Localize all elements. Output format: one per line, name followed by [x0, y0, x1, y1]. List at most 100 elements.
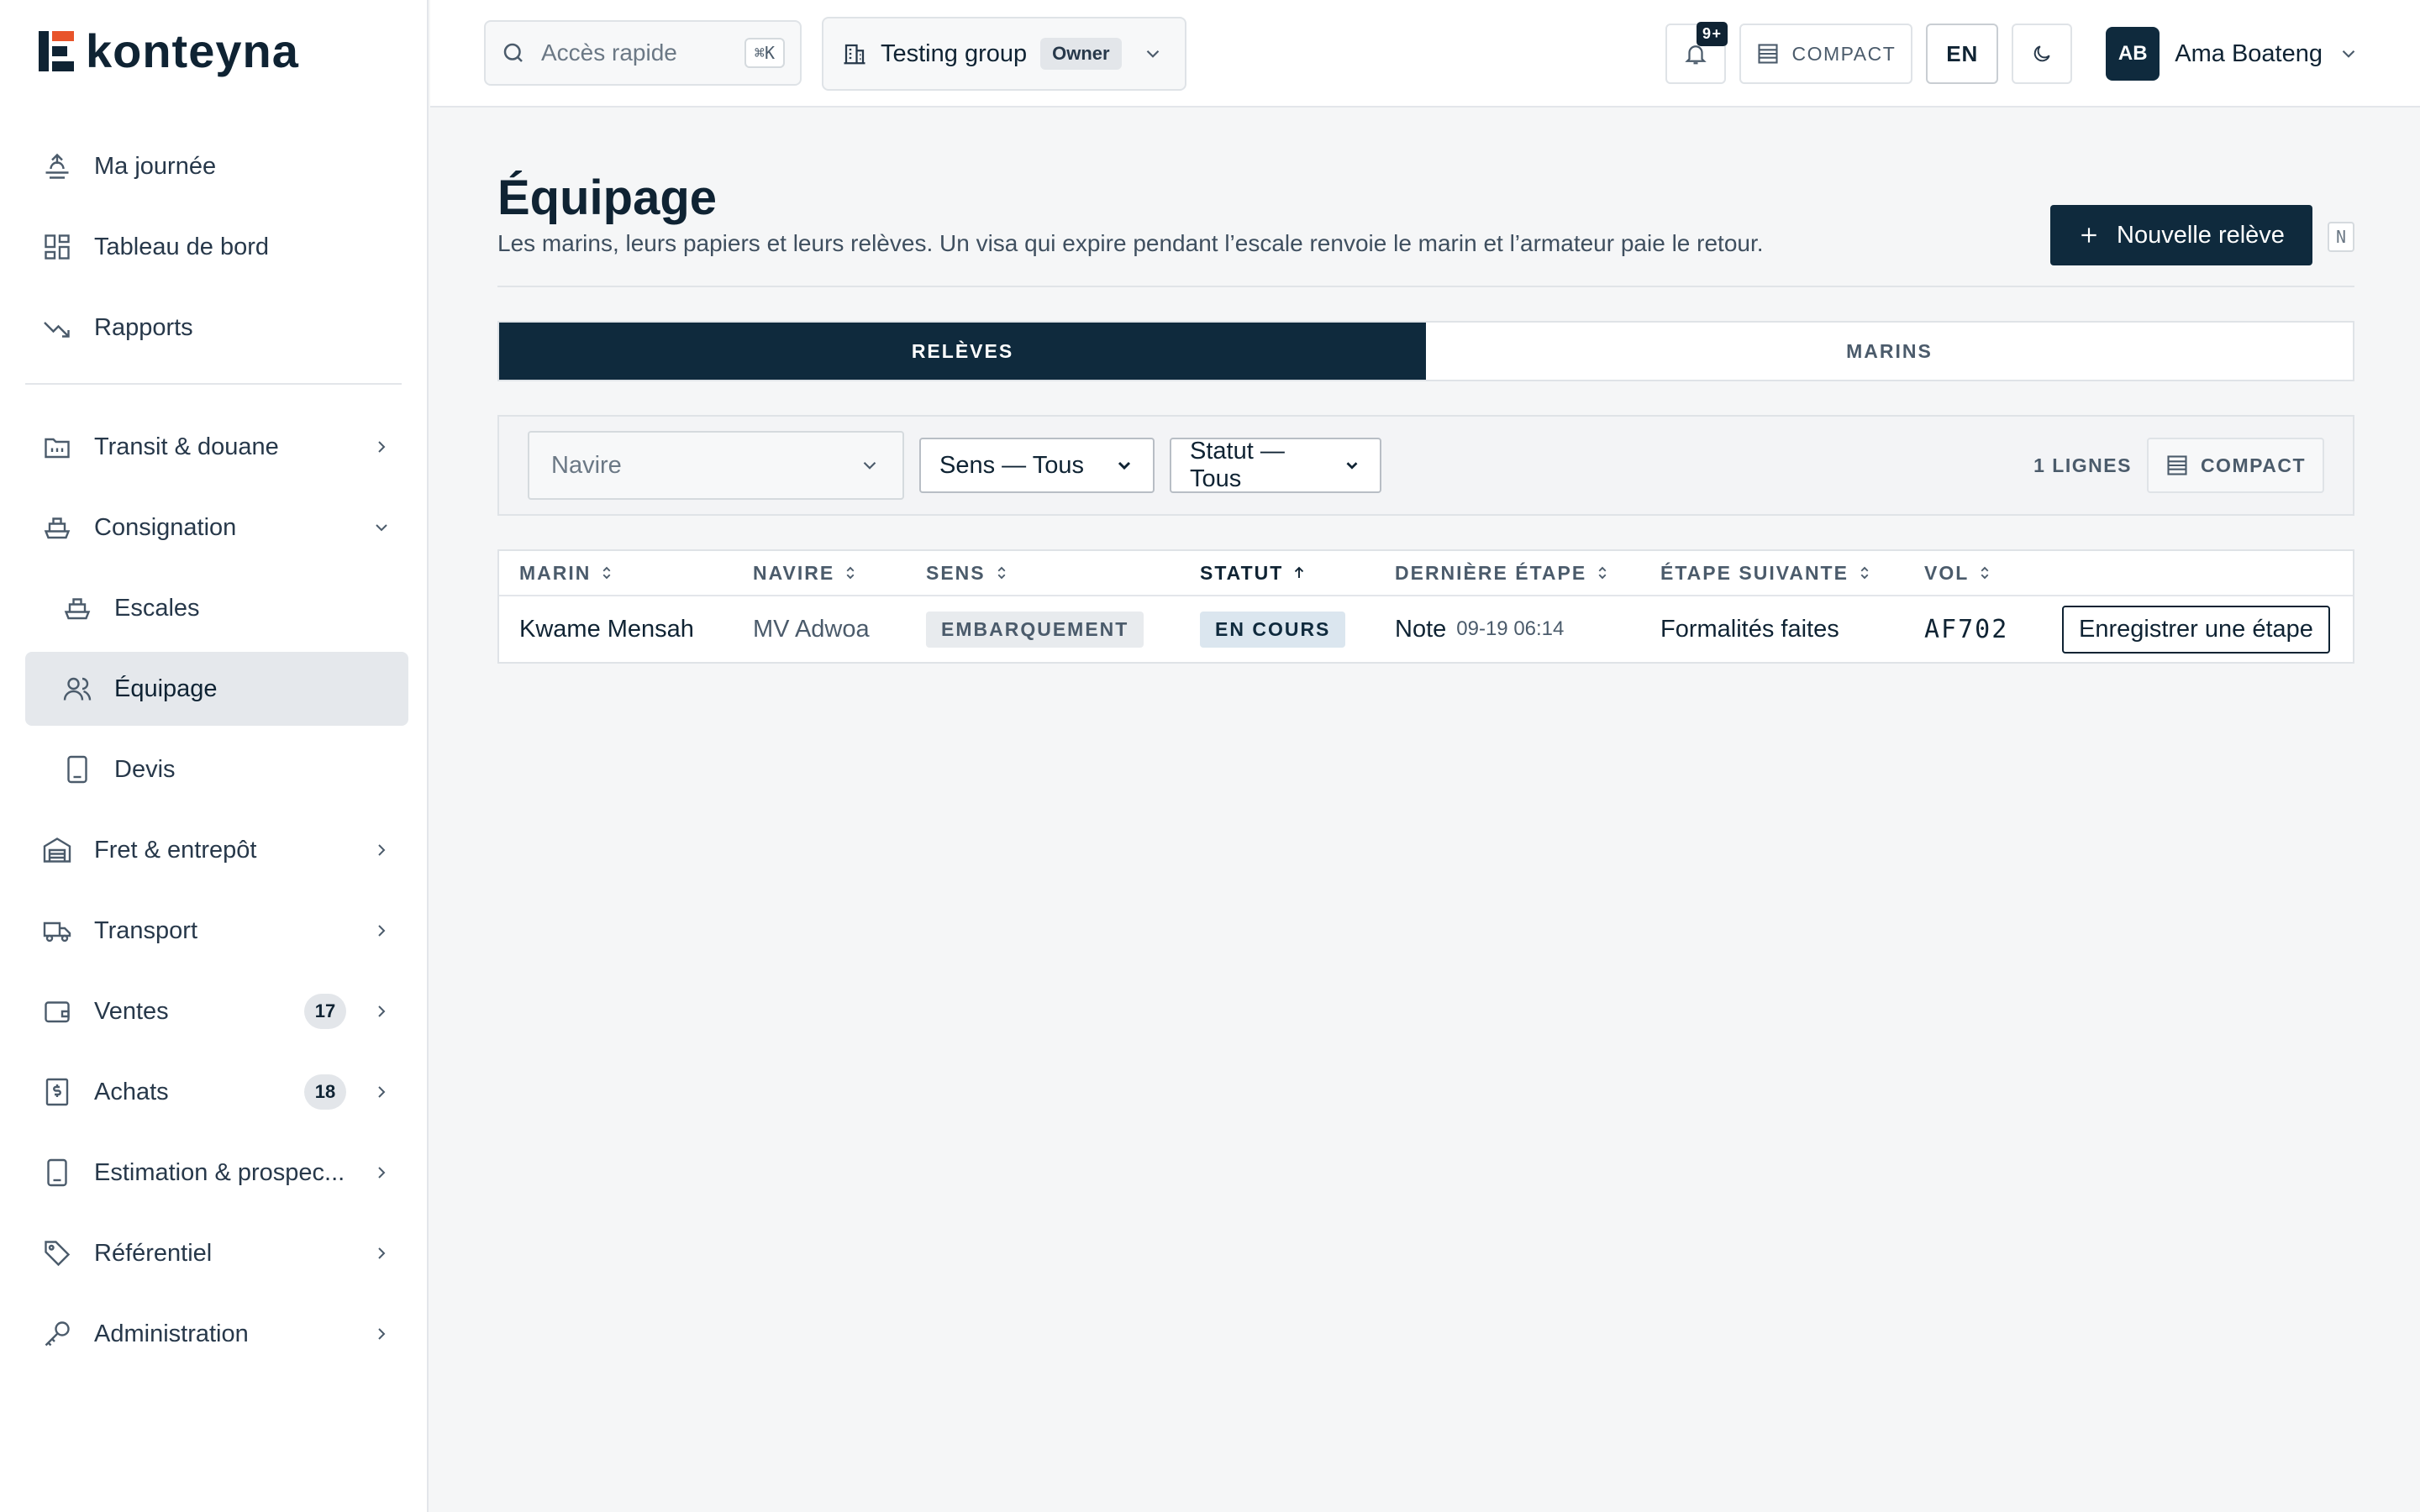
- sidebar-item-label: Escales: [114, 594, 200, 622]
- column-header-derniere-etape[interactable]: DERNIÈRE ÉTAPE: [1395, 562, 1610, 585]
- brand-name: konteyna: [86, 24, 299, 77]
- sidebar-item-escales[interactable]: Escales: [25, 571, 408, 645]
- sidebar-item-consignation[interactable]: Consignation: [25, 491, 408, 564]
- sidebar-item-estimation[interactable]: Estimation & prospec...: [25, 1136, 408, 1210]
- cell-derniere-etape: Note 09-19 06:14: [1395, 596, 1564, 662]
- compact-label: COMPACT: [1791, 42, 1897, 65]
- chevron-right-icon: [378, 1328, 386, 1340]
- page-title: Équipage: [497, 171, 718, 225]
- logo-mark-icon: [39, 30, 74, 71]
- language-button[interactable]: EN: [1926, 24, 1999, 84]
- sidebar-item-label: Ma journée: [94, 152, 217, 180]
- cell-etape-suivante: Formalités faites: [1660, 615, 1839, 643]
- sidebar-item-label: Tableau de bord: [94, 233, 269, 260]
- sidebar-item-referentiel[interactable]: Référentiel: [25, 1216, 408, 1290]
- title-divider: [497, 286, 2354, 287]
- group-role-badge: Owner: [1040, 38, 1122, 70]
- cell-marin: Kwame Mensah: [519, 615, 694, 643]
- sort-icon: [602, 566, 611, 580]
- direction-select[interactable]: Sens — Tous: [919, 438, 1155, 493]
- sidebar-item-label: Référentiel: [94, 1239, 213, 1267]
- sidebar-item-devis[interactable]: Devis: [25, 732, 408, 806]
- quick-search[interactable]: Accès rapide ⌘K: [484, 20, 802, 86]
- sidebar-item-label: Devis: [114, 755, 176, 783]
- sidebar-item-label: Consignation: [94, 513, 237, 541]
- compact-toggle-button[interactable]: COMPACT: [1739, 24, 1913, 84]
- chevron-right-icon: [378, 441, 386, 453]
- table-header: MARIN NAVIRE SENS STATUT DERNIÈRE ÉTAPE …: [499, 551, 2353, 596]
- last-step-date: 09-19 06:14: [1456, 617, 1565, 640]
- column-header-label: NAVIRE: [753, 561, 835, 584]
- chevron-down-icon: [1118, 461, 1131, 470]
- sort-ascending-icon: [1295, 566, 1304, 578]
- notification-count-badge: 9+: [1696, 22, 1728, 46]
- table-row[interactable]: Kwame Mensah MV Adwoa EMBARQUEMENT EN CO…: [499, 596, 2353, 662]
- sidebar-item-transit-douane[interactable]: Transit & douane: [25, 410, 408, 484]
- calculator-icon: [47, 1158, 67, 1187]
- sidebar-item-tableau-de-bord[interactable]: Tableau de bord: [25, 210, 408, 284]
- cell-action: Enregistrer une étape: [2062, 596, 2330, 662]
- notifications-button[interactable]: 9+: [1665, 22, 1728, 84]
- cell-navire: MV Adwoa: [753, 615, 870, 643]
- record-step-button[interactable]: Enregistrer une étape: [2062, 605, 2330, 654]
- sidebar-item-fret-entrepot[interactable]: Fret & entrepôt: [25, 813, 408, 887]
- sidebar-item-label: Achats: [94, 1078, 169, 1105]
- logo[interactable]: konteyna: [37, 24, 299, 78]
- compact-label: COMPACT: [2200, 454, 2306, 476]
- sidebar-nav: Ma journée Tableau de bord Rapports Tran…: [25, 129, 408, 1378]
- column-header-label: ÉTAPE SUIVANTE: [1660, 561, 1849, 584]
- theme-toggle-button[interactable]: [2012, 24, 2073, 84]
- column-header-sens[interactable]: SENS: [926, 562, 1009, 585]
- sunrise-icon: [45, 153, 69, 179]
- chevron-down-icon: [2342, 50, 2355, 58]
- topbar: Accès rapide ⌘K Testing group Owner 9+ C…: [430, 0, 2420, 108]
- user-menu[interactable]: AB Ama Boateng: [2106, 27, 2360, 81]
- status-select-value: Statut — Tous: [1190, 438, 1285, 492]
- group-name: Testing group: [881, 39, 1028, 67]
- vessel-filter[interactable]: Navire: [528, 431, 904, 500]
- column-header-vol[interactable]: VOL: [1924, 562, 1992, 585]
- group-selector[interactable]: Testing group Owner: [822, 17, 1186, 91]
- list-density-icon: [2167, 455, 2187, 475]
- status-select[interactable]: Statut — Tous: [1170, 438, 1381, 493]
- dollar-receipt-icon: [45, 1078, 69, 1106]
- sidebar-item-administration[interactable]: Administration: [25, 1297, 408, 1371]
- sidebar-item-rapports[interactable]: Rapports: [25, 291, 408, 365]
- sidebar: konteyna Ma journée Tableau de bord Rapp…: [0, 0, 429, 1512]
- last-step-label: Note: [1395, 615, 1447, 643]
- warehouse-icon: [43, 837, 71, 863]
- plus-icon: [2081, 228, 2096, 243]
- vessel-filter-placeholder: Navire: [551, 451, 622, 479]
- sidebar-item-label: Fret & entrepôt: [94, 836, 257, 864]
- column-header-etape-suivante[interactable]: ÉTAPE SUIVANTE: [1660, 562, 1872, 585]
- sidebar-item-label: Transport: [94, 916, 198, 944]
- count-badge: 17: [304, 994, 346, 1029]
- tab-releves[interactable]: RELÈVES: [499, 323, 1426, 380]
- table-compact-button[interactable]: COMPACT: [2146, 438, 2324, 493]
- column-header-navire[interactable]: NAVIRE: [753, 562, 858, 585]
- sidebar-item-transport[interactable]: Transport: [25, 894, 408, 968]
- tab-marins[interactable]: MARINS: [1426, 323, 2353, 380]
- calculator-icon: [67, 755, 87, 784]
- tabs: RELÈVES MARINS: [497, 321, 2354, 381]
- sidebar-item-ma-journee[interactable]: Ma journée: [25, 129, 408, 203]
- key-icon: [45, 1321, 70, 1347]
- column-header-statut[interactable]: STATUT: [1200, 562, 1307, 585]
- sidebar-item-equipage[interactable]: Équipage: [25, 652, 408, 726]
- sidebar-item-label: Rapports: [94, 313, 193, 341]
- column-header-marin[interactable]: MARIN: [519, 562, 614, 585]
- column-header-label: STATUT: [1200, 561, 1284, 584]
- wallet-icon: [45, 1001, 70, 1023]
- releves-table: MARIN NAVIRE SENS STATUT DERNIÈRE ÉTAPE …: [497, 549, 2354, 664]
- moon-icon: [2034, 45, 2050, 62]
- sidebar-item-ventes[interactable]: Ventes 17: [25, 974, 408, 1048]
- chevron-right-icon: [378, 1086, 386, 1098]
- chevron-right-icon: [378, 1247, 386, 1259]
- chevron-down-icon: [1346, 462, 1358, 470]
- trend-icon: [44, 322, 70, 338]
- new-relief-button[interactable]: Nouvelle relève: [2050, 205, 2312, 265]
- direction-select-value: Sens — Tous: [939, 451, 1084, 479]
- sidebar-item-achats[interactable]: Achats 18: [25, 1055, 408, 1129]
- chevron-right-icon: [378, 1005, 386, 1017]
- user-name: Ama Boateng: [2175, 39, 2323, 67]
